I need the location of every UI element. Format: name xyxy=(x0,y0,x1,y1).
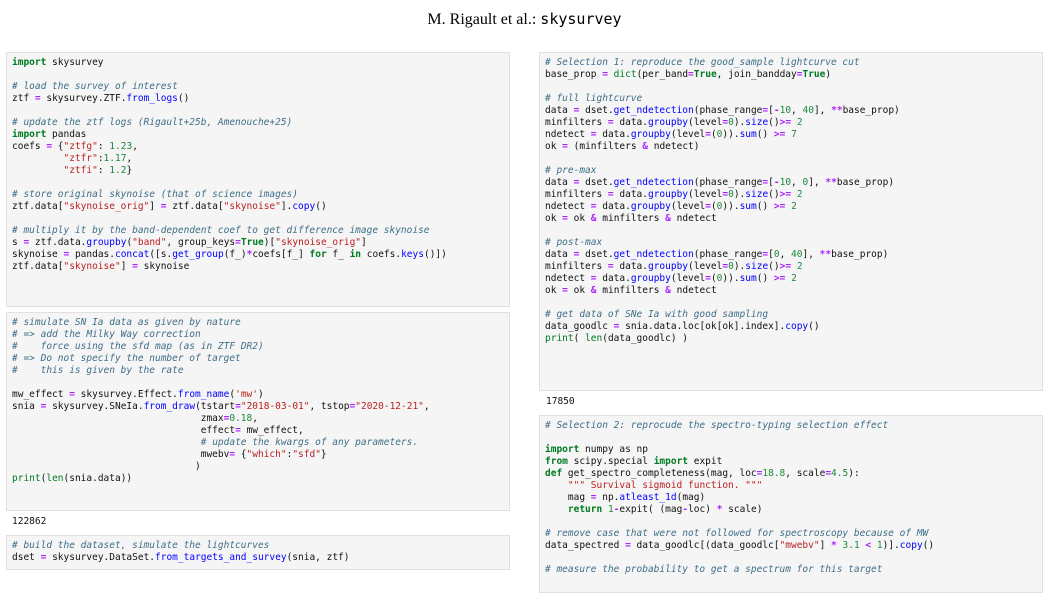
code-block: import skysurvey # load the survey of in… xyxy=(12,57,447,272)
header-package-name: skysurvey xyxy=(540,10,622,28)
cell-output-text: 122862 xyxy=(12,516,47,527)
header-authors: M. Rigault et al.: xyxy=(427,11,537,28)
code-cell-selection-spectro[interactable]: # Selection 2: reprocude the spectro-typ… xyxy=(539,415,1043,593)
code-block: # simulate SN Ia data as given by nature… xyxy=(12,317,430,484)
code-block: # build the dataset, simulate the lightc… xyxy=(12,540,350,563)
code-block: # Selection 2: reprocude the spectro-typ… xyxy=(545,420,935,575)
code-cell-simulate-snia[interactable]: # simulate SN Ia data as given by nature… xyxy=(6,312,510,511)
page-header: M. Rigault et al.: skysurvey xyxy=(0,10,1049,29)
code-cell-load-survey[interactable]: import skysurvey # load the survey of in… xyxy=(6,52,510,307)
code-cell-selection-lightcurve[interactable]: # Selection 1: reproduce the good_sample… xyxy=(539,52,1043,391)
cell-output-text: 17850 xyxy=(546,396,575,407)
code-cell-build-dataset[interactable]: # build the dataset, simulate the lightc… xyxy=(6,535,510,570)
code-block: # Selection 1: reproduce the good_sample… xyxy=(545,57,900,344)
